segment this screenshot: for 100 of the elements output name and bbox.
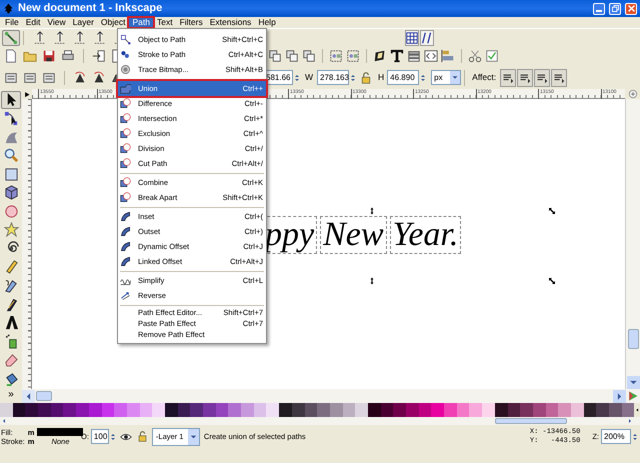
menu-item[interactable]: Edit: [22, 18, 44, 27]
color-swatch[interactable]: [140, 403, 152, 417]
color-swatch[interactable]: [317, 403, 330, 417]
affect-toggle-button[interactable]: [551, 68, 568, 86]
color-swatch[interactable]: [203, 403, 216, 417]
color-swatch[interactable]: [431, 403, 444, 417]
color-swatch[interactable]: [292, 403, 304, 417]
color-swatch[interactable]: [266, 403, 280, 417]
more-tools-button[interactable]: »: [8, 389, 14, 402]
width-field[interactable]: 278.163: [317, 70, 350, 85]
grid-toggle-button[interactable]: [405, 30, 419, 46]
snap-line-icon[interactable]: [73, 30, 87, 44]
restore-button[interactable]: [609, 2, 621, 14]
color-swatch[interactable]: [50, 403, 64, 417]
tool-button[interactable]: [1, 91, 21, 109]
color-swatch[interactable]: [532, 403, 546, 417]
menu-item[interactable]: Layer: [70, 18, 97, 27]
unit-dropdown[interactable]: px: [431, 70, 462, 85]
color-swatch[interactable]: [25, 403, 38, 417]
affect-toggle-button[interactable]: [534, 68, 550, 86]
color-swatch[interactable]: [342, 403, 356, 417]
color-swatch[interactable]: [469, 403, 482, 417]
color-swatch[interactable]: [456, 403, 470, 417]
color-swatch[interactable]: [570, 403, 584, 417]
height-field[interactable]: 46.890: [387, 70, 420, 85]
snap-line-icon[interactable]: [53, 30, 67, 44]
select-all-icon[interactable]: [23, 70, 37, 84]
diagonal-arrow-handle[interactable]: [548, 277, 556, 285]
snap-line-icon[interactable]: [93, 30, 107, 44]
affect-toggle-button[interactable]: [500, 68, 516, 86]
menu-item[interactable]: Text: [154, 18, 176, 27]
color-swatch[interactable]: [279, 403, 292, 417]
rotate-icon[interactable]: [73, 70, 87, 84]
color-swatch[interactable]: [494, 403, 508, 417]
folder-icon[interactable]: [23, 49, 37, 63]
snap-line-icon[interactable]: [33, 30, 47, 44]
fill-stroke-icon[interactable]: [373, 49, 387, 63]
color-swatch[interactable]: [596, 403, 609, 417]
color-swatch[interactable]: [584, 403, 596, 417]
printer-icon[interactable]: [61, 49, 75, 63]
color-swatch[interactable]: [380, 403, 394, 417]
color-swatch[interactable]: [114, 403, 127, 417]
color-swatch[interactable]: [241, 403, 254, 417]
zoom-field[interactable]: 200%: [601, 429, 631, 444]
lock-icon[interactable]: [136, 431, 148, 442]
menu-item[interactable]: Help: [255, 18, 279, 27]
color-swatch[interactable]: [152, 403, 165, 417]
scroll-right-arrow-icon[interactable]: [626, 417, 634, 425]
new-document-icon[interactable]: [4, 49, 18, 63]
minimize-button[interactable]: [593, 2, 605, 14]
color-swatch[interactable]: [63, 403, 76, 417]
scissors-icon[interactable]: [468, 49, 482, 63]
color-swatch[interactable]: [546, 403, 558, 417]
menu-item[interactable]: Object: [98, 18, 128, 27]
menu-item[interactable]: Filters: [176, 18, 206, 27]
select-all-icon[interactable]: [4, 70, 18, 84]
zoom-fit-icon[interactable]: [628, 89, 638, 99]
color-swatch[interactable]: [178, 403, 190, 417]
checkbox-icon[interactable]: [485, 49, 499, 63]
color-swatch[interactable]: [190, 403, 203, 417]
close-button[interactable]: [625, 2, 637, 14]
group-icon[interactable]: [346, 49, 360, 63]
layers-icon[interactable]: [407, 49, 421, 63]
scrollbar-thumb[interactable]: [628, 329, 638, 349]
guide-toggle-button[interactable]: [420, 30, 434, 46]
align-icon[interactable]: [441, 49, 455, 63]
color-swatch[interactable]: [482, 403, 495, 417]
color-swatch[interactable]: [520, 403, 533, 417]
color-swatch[interactable]: [216, 403, 228, 417]
save-icon[interactable]: [42, 49, 56, 63]
import-icon[interactable]: [92, 49, 106, 63]
color-swatch[interactable]: [609, 403, 622, 417]
color-swatch[interactable]: [76, 403, 89, 417]
color-swatch[interactable]: [38, 403, 51, 417]
color-swatch[interactable]: [444, 403, 457, 417]
scrollbar-thumb[interactable]: [36, 391, 52, 401]
menu-item[interactable]: Path: [129, 18, 153, 27]
scrollbar-thumb[interactable]: [495, 418, 567, 424]
double-arrow-handle[interactable]: [368, 207, 376, 215]
color-swatch[interactable]: [126, 403, 140, 417]
lock-icon[interactable]: [360, 72, 372, 84]
color-swatch[interactable]: [228, 403, 242, 417]
group-icon[interactable]: [329, 49, 343, 63]
color-swatch[interactable]: [304, 403, 318, 417]
color-swatch[interactable]: [102, 403, 114, 417]
color-swatch[interactable]: [558, 403, 571, 417]
duplicate-icon[interactable]: [285, 49, 299, 63]
xml-editor-icon[interactable]: [424, 49, 438, 63]
menu-item[interactable]: File: [2, 18, 22, 27]
color-swatch[interactable]: [254, 403, 266, 417]
menu-item[interactable]: Extensions: [206, 18, 254, 27]
color-swatch[interactable]: [368, 403, 381, 417]
affect-toggle-button[interactable]: [517, 68, 534, 86]
snap-toggle-button[interactable]: [2, 30, 20, 46]
color-managed-triangle-icon[interactable]: [627, 390, 639, 402]
diagonal-arrow-handle[interactable]: [548, 207, 556, 215]
color-swatch[interactable]: [330, 403, 343, 417]
double-arrow-handle[interactable]: [368, 277, 376, 285]
color-swatch[interactable]: [508, 403, 520, 417]
rotate-icon[interactable]: [92, 70, 106, 84]
